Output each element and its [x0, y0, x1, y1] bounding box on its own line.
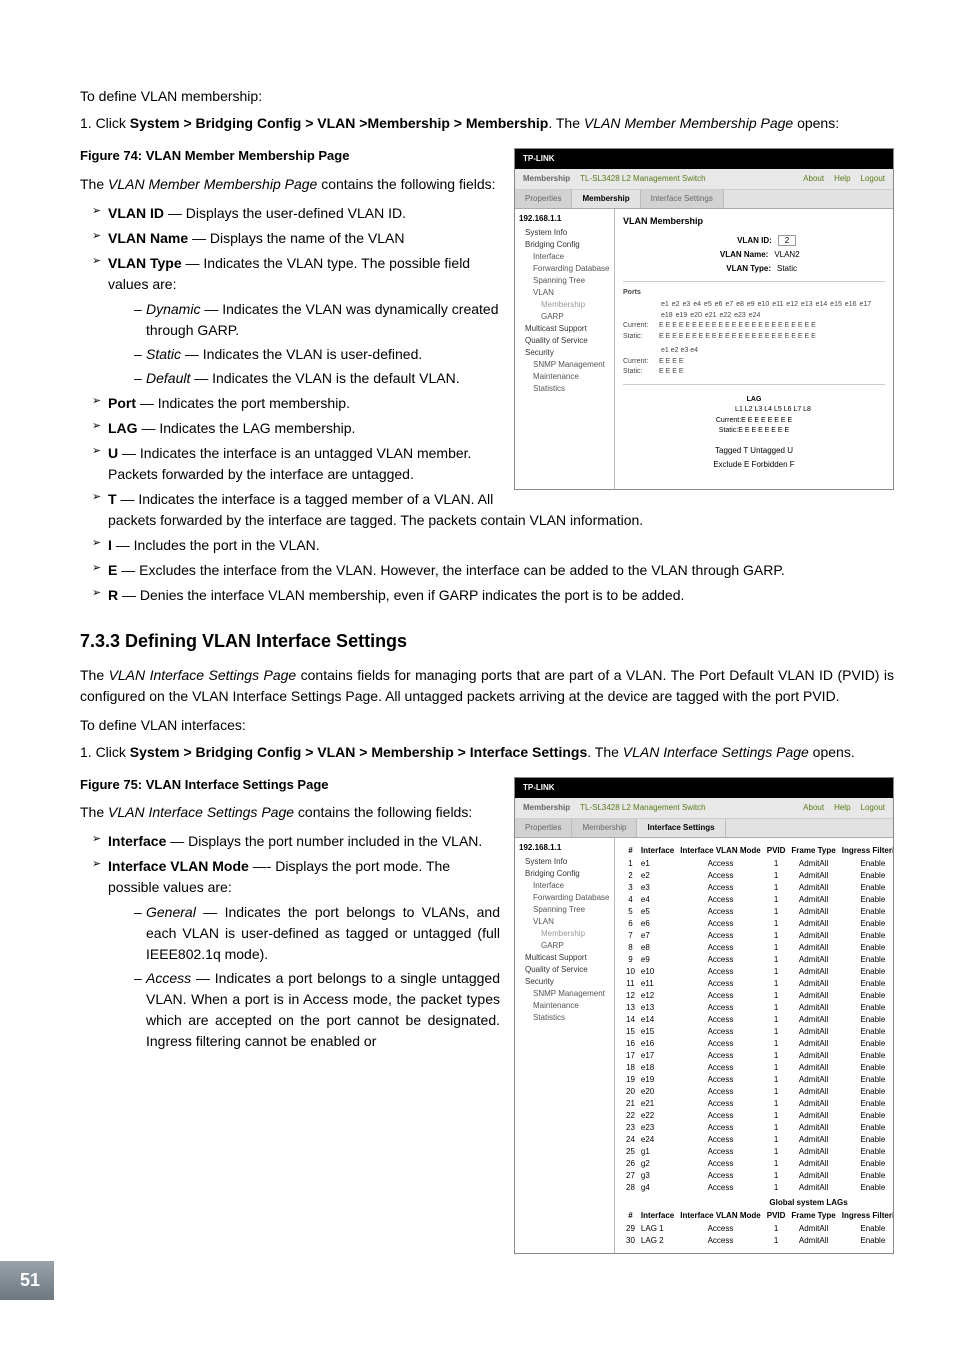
- field-interface-vlan-mode: Interface VLAN Mode: [108, 858, 249, 874]
- field-vlan-id: VLAN ID: [108, 205, 164, 221]
- field-e: E: [108, 562, 117, 578]
- table-row: 18e18Access1AdmitAllEnable✎: [623, 1062, 893, 1074]
- field-list-2: Interface — Displays the port number inc…: [80, 831, 894, 1052]
- table-row: 28g4Access1AdmitAllEnable✎: [623, 1182, 893, 1194]
- lag-section-header: Global system LAGs: [623, 1194, 893, 1209]
- table-row: 20e20Access1AdmitAllEnable✎: [623, 1086, 893, 1098]
- model-name: TL-SL3428 L2 Management Switch: [580, 173, 793, 185]
- table-row: 22e22Access1AdmitAllEnable✎: [623, 1110, 893, 1122]
- step-1: 1. Click System > Bridging Config > VLAN…: [80, 113, 894, 134]
- help-link[interactable]: Help: [834, 173, 850, 185]
- field-lag: LAG: [108, 420, 138, 436]
- field-u: U: [108, 445, 118, 461]
- field-vlan-type: VLAN Type: [108, 255, 182, 271]
- step2-path: System > Bridging Config > VLAN > Member…: [130, 744, 587, 760]
- table-row: 25g1Access1AdmitAllEnable✎: [623, 1146, 893, 1158]
- field-interface: Interface: [108, 833, 166, 849]
- table-row: 29LAG 1Access1AdmitAllEnable✎: [623, 1223, 893, 1235]
- about-link[interactable]: About: [803, 173, 824, 185]
- sidebar-heading: Membership: [523, 802, 570, 814]
- logout-link[interactable]: Logout: [861, 173, 885, 185]
- field-port: Port: [108, 395, 136, 411]
- brand-logo: TP-LINK: [515, 149, 893, 169]
- table-row: 30LAG 2Access1AdmitAllEnable✎: [623, 1235, 893, 1247]
- help-link[interactable]: Help: [834, 802, 850, 814]
- field-vlan-name: VLAN Name: [108, 230, 188, 246]
- field-list-1: VLAN ID — Displays the user-defined VLAN…: [80, 203, 894, 606]
- step2-pagename: VLAN Interface Settings Page: [623, 744, 809, 760]
- model-name: TL-SL3428 L2 Management Switch: [580, 802, 793, 814]
- logout-link[interactable]: Logout: [861, 802, 885, 814]
- table-row: 24e24Access1AdmitAllEnable✎: [623, 1134, 893, 1146]
- step1-prefix: 1. Click: [80, 115, 130, 131]
- table-row: 19e19Access1AdmitAllEnable✎: [623, 1074, 893, 1086]
- about-link[interactable]: About: [803, 802, 824, 814]
- table-row: 21e21Access1AdmitAllEnable✎: [623, 1098, 893, 1110]
- step-2: 1. Click System > Bridging Config > VLAN…: [80, 742, 894, 763]
- step1-path: System > Bridging Config > VLAN >Members…: [130, 115, 549, 131]
- brand-logo: TP-LINK: [515, 778, 893, 798]
- table-row: 27g3Access1AdmitAllEnable✎: [623, 1170, 893, 1182]
- step1-pagename: VLAN Member Membership Page: [584, 115, 793, 131]
- table-row: 26g2Access1AdmitAllEnable✎: [623, 1158, 893, 1170]
- intro-text: To define VLAN membership:: [80, 86, 894, 107]
- table-row: 23e23Access1AdmitAllEnable✎: [623, 1122, 893, 1134]
- sidebar-heading: Membership: [523, 173, 570, 185]
- page-number: 51: [0, 1261, 54, 1300]
- section-733-para: The VLAN Interface Settings Page contain…: [80, 665, 894, 707]
- intro-text-2: To define VLAN interfaces:: [80, 715, 894, 736]
- field-t: T: [108, 491, 117, 507]
- field-r: R: [108, 587, 118, 603]
- section-7-3-3: 7.3.3 Defining VLAN Interface Settings: [80, 628, 894, 655]
